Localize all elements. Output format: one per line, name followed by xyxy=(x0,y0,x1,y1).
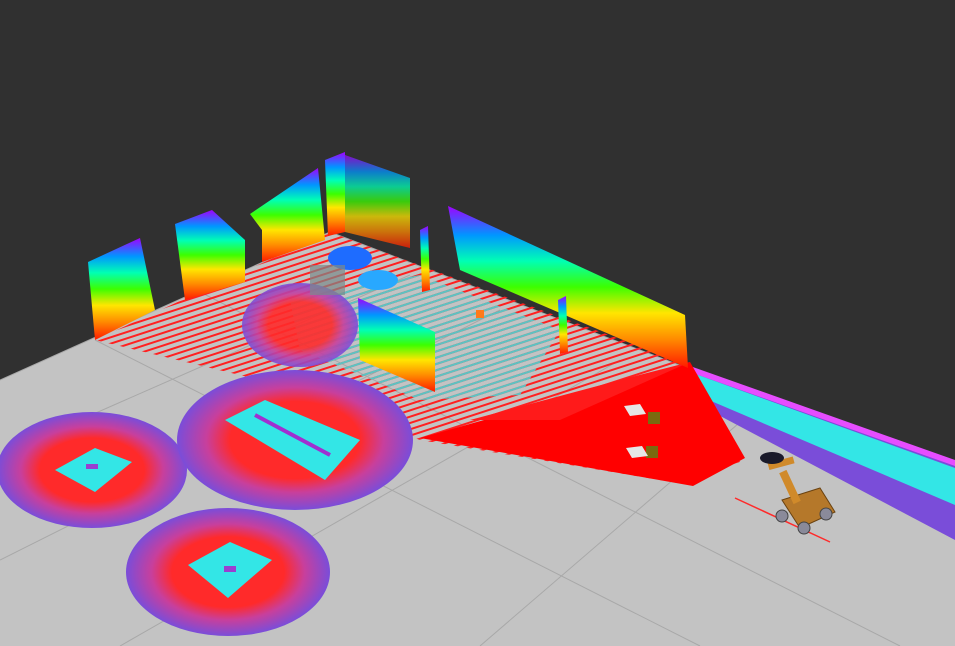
pointcloud-wall-4 xyxy=(325,152,345,236)
costmap-obstacle-3 xyxy=(126,508,330,636)
3d-viewport[interactable] xyxy=(0,0,955,646)
scene-canvas[interactable] xyxy=(0,0,955,646)
costmap-obstacle-4 xyxy=(242,283,358,367)
costmap-obstacle-1 xyxy=(0,412,187,528)
pointcloud-wall-back xyxy=(345,155,410,248)
costmap-obstacle-2 xyxy=(177,370,413,510)
lidar-sensor-icon xyxy=(760,452,784,464)
marker-small xyxy=(476,310,484,318)
